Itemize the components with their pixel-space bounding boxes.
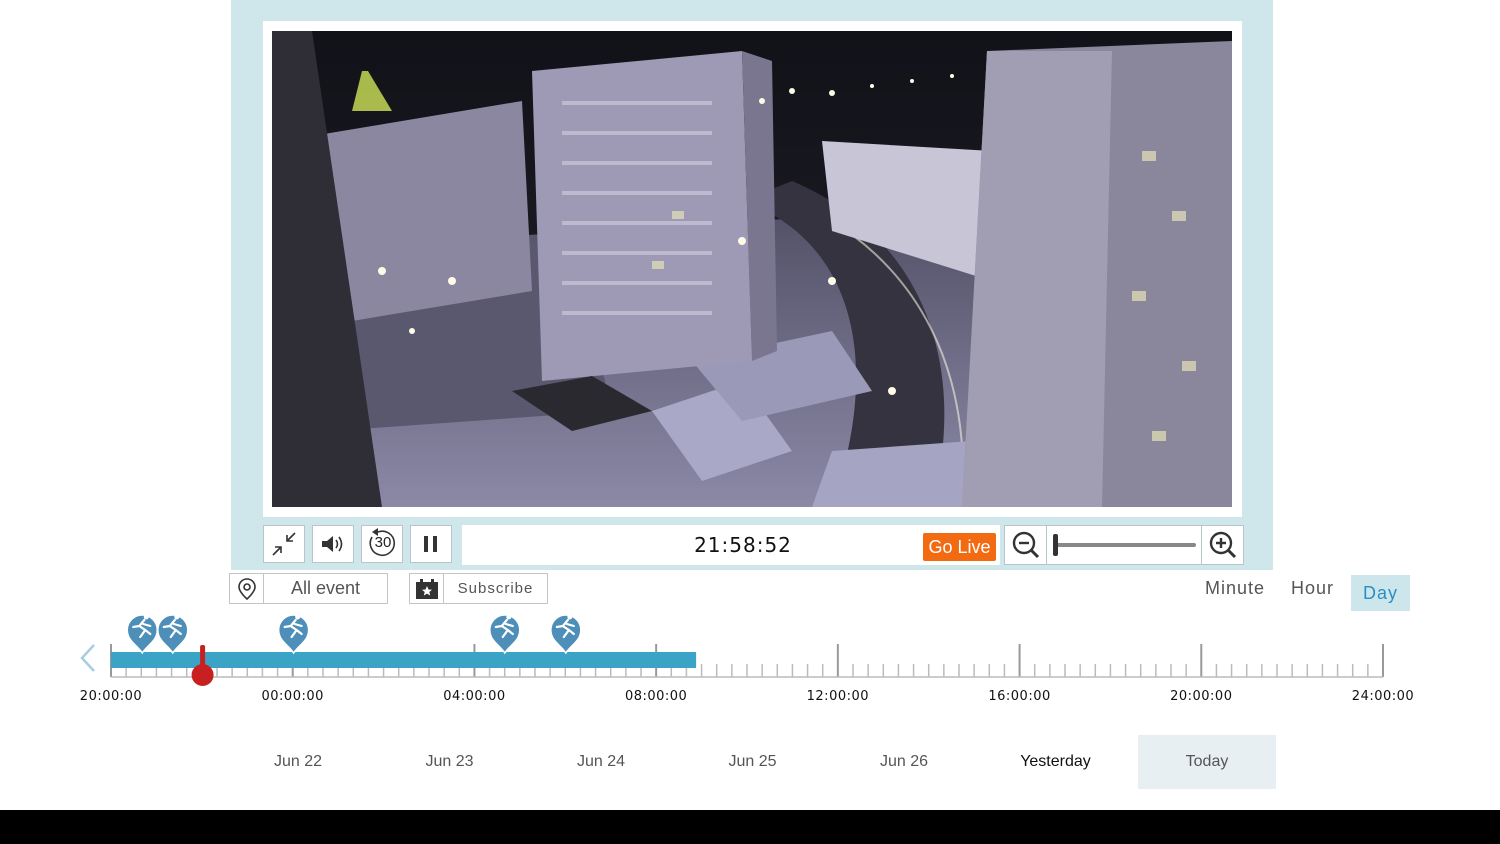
- running-person-head: [143, 614, 149, 620]
- playback-time: 21:58:52: [694, 533, 792, 557]
- day-tab[interactable]: Jun 25: [684, 735, 822, 789]
- event-markers: [126, 614, 582, 655]
- zoom-slider-thumb[interactable]: [1053, 534, 1058, 556]
- replay-label: 30: [374, 534, 392, 551]
- subscribe-button[interactable]: Subscribe: [409, 573, 548, 604]
- pause-button[interactable]: [410, 525, 452, 563]
- exit-fullscreen-button[interactable]: [263, 525, 305, 563]
- camera-video[interactable]: [272, 31, 1232, 507]
- volume-button[interactable]: [312, 525, 354, 563]
- day-tab[interactable]: Jun 26: [835, 735, 973, 789]
- pause-icon: [424, 536, 437, 552]
- speaker-icon: [322, 536, 343, 552]
- day-tab[interactable]: Jun 23: [381, 735, 519, 789]
- tick-label: 08:00:00: [624, 689, 688, 704]
- tick-label: 00:00:00: [261, 689, 324, 704]
- location-pin-icon: [230, 574, 264, 603]
- zoom-out-icon: [1012, 531, 1039, 559]
- event-filter-label: All event: [290, 578, 361, 598]
- replay-30-button[interactable]: 30: [361, 525, 403, 563]
- event-filter[interactable]: All event: [229, 573, 388, 604]
- event-marker[interactable]: [157, 614, 189, 655]
- event-marker[interactable]: [550, 614, 582, 655]
- tick-label: 12:00:00: [806, 689, 870, 704]
- playback-time-box: 21:58:52: [462, 525, 1000, 565]
- camera-scene: [272, 31, 1232, 507]
- day-tab[interactable]: Today: [1138, 735, 1276, 789]
- collapse-icon: [272, 532, 296, 556]
- day-tab[interactable]: Yesterday: [987, 735, 1125, 789]
- tick-label: 20:00:00: [1170, 689, 1233, 704]
- tick-label: 20:00:00: [79, 689, 143, 704]
- zoom-out-button[interactable]: [1005, 526, 1047, 564]
- day-tab[interactable]: Jun 22: [229, 735, 367, 789]
- running-person-head: [567, 614, 573, 620]
- tick-label: 16:00:00: [988, 689, 1051, 704]
- zoom-in-button[interactable]: [1201, 526, 1243, 564]
- go-live-button[interactable]: Go Live: [923, 533, 996, 561]
- running-person-head: [506, 614, 512, 620]
- calendar-star-icon: [410, 574, 444, 603]
- running-person-head: [174, 614, 180, 620]
- event-marker[interactable]: [126, 614, 159, 655]
- event-marker[interactable]: [489, 614, 521, 655]
- scale-minute[interactable]: Minute: [1205, 578, 1265, 599]
- scale-hour[interactable]: Hour: [1291, 578, 1334, 599]
- running-person-head: [295, 614, 301, 620]
- timeline-prev-arrow-icon[interactable]: [80, 644, 95, 672]
- tick-label: 24:00:00: [1351, 689, 1415, 704]
- event-marker[interactable]: [277, 614, 310, 655]
- zoom-in-icon: [1209, 531, 1236, 559]
- zoom-slider-track[interactable]: [1054, 543, 1196, 547]
- cursor-handle[interactable]: [191, 664, 214, 686]
- day-tab[interactable]: Jun 24: [532, 735, 670, 789]
- bottom-bar: [0, 810, 1500, 844]
- subscribe-label: Subscribe: [457, 580, 534, 597]
- tick-label: 04:00:00: [443, 689, 506, 704]
- timeline[interactable]: [0, 605, 1500, 715]
